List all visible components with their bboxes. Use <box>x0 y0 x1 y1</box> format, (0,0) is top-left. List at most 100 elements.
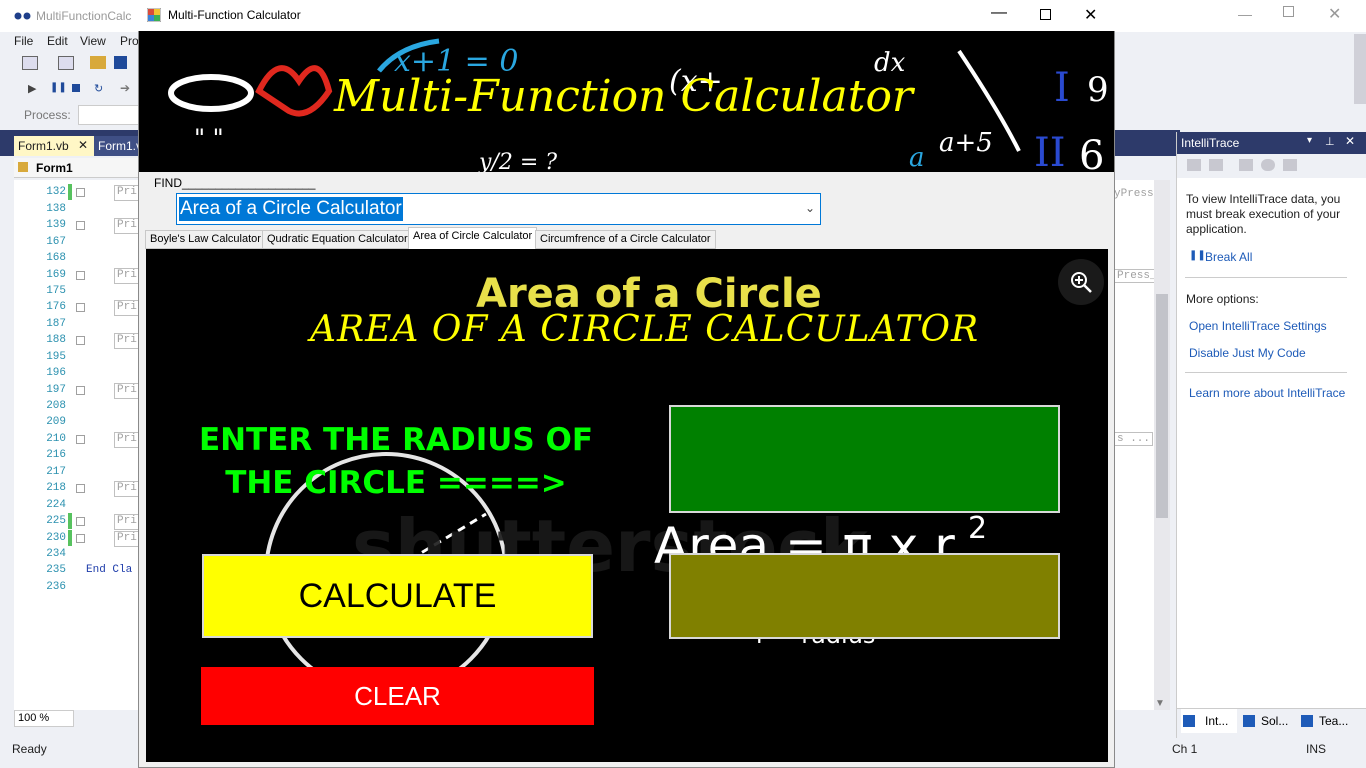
vs-minimize-icon[interactable]: — <box>1238 6 1252 22</box>
expand-toggle-icon[interactable] <box>76 336 85 345</box>
line-number: 218 <box>46 482 66 494</box>
line-number: 176 <box>46 301 66 313</box>
formula-exponent: 2 <box>968 511 988 546</box>
tab-label: Int... <box>1205 714 1229 728</box>
banner-title: Multi-Function Calculator <box>334 71 913 122</box>
line-number: 188 <box>46 334 66 346</box>
radius-prompt: ENTER THE RADIUS OF THE CIRCLE ====> <box>198 422 594 501</box>
menu-file[interactable]: File <box>14 34 33 48</box>
zoom-in-button[interactable] <box>1058 259 1104 305</box>
new-project-icon[interactable] <box>22 56 38 70</box>
scrollbar-thumb[interactable] <box>1156 294 1168 518</box>
restart-icon[interactable]: ↻ <box>94 82 103 95</box>
app-icon <box>147 8 161 22</box>
editor-scrollbar[interactable] <box>1154 180 1170 710</box>
collapsed-code-block[interactable]: Pri <box>114 531 140 547</box>
vs-maximize-icon[interactable] <box>1283 6 1294 17</box>
collapsed-code-block[interactable]: Pri <box>114 218 140 234</box>
class-dropdown[interactable]: Form1 <box>14 158 138 178</box>
save-icon[interactable] <box>114 56 127 69</box>
learn-more-link[interactable]: Learn more about IntelliTrace <box>1189 386 1345 400</box>
tab-quadratic-equation[interactable]: Qudratic Equation Calculator <box>262 230 413 249</box>
code-editor[interactable]: 132 Pri 138 139 Pri 167 168 169 Pri 175 176 Pri 187 1… <box>14 180 140 710</box>
collapsed-code-block[interactable]: Pri <box>114 300 140 316</box>
minimize-icon[interactable]: — <box>991 4 1007 22</box>
calculate-button[interactable]: CALCULATE <box>202 554 593 638</box>
tab-form1-designer[interactable]: Form1.v <box>94 136 142 156</box>
vs-menu-bar: File Edit View Pro <box>0 32 140 50</box>
pause-icon[interactable]: ❚❚ <box>50 82 67 93</box>
line-number: 132 <box>46 186 66 198</box>
chevron-down-icon[interactable]: ⌄ <box>805 201 815 215</box>
menu-view[interactable]: View <box>80 34 106 48</box>
expand-toggle-icon[interactable] <box>76 188 85 197</box>
close-icon[interactable]: ✕ <box>1084 5 1097 25</box>
menu-edit[interactable]: Edit <box>47 34 68 48</box>
menu-project[interactable]: Pro <box>120 34 139 48</box>
team-explorer-icon <box>1301 715 1313 727</box>
line-number: 168 <box>46 252 66 264</box>
open-folder-icon[interactable] <box>90 56 106 69</box>
dropdown-arrow-icon[interactable]: ▾ <box>1307 135 1312 146</box>
expand-toggle-icon[interactable] <box>76 271 85 280</box>
radius-input[interactable] <box>669 405 1060 513</box>
clear-button[interactable]: CLEAR <box>201 667 594 725</box>
maximize-icon[interactable] <box>1040 9 1051 20</box>
break-all-link[interactable]: Break All <box>1205 250 1252 264</box>
tab-form1-vb[interactable]: Form1.vb ✕ <box>14 136 94 156</box>
break-all-icon[interactable]: ❚❚ <box>1189 250 1206 261</box>
change-marker <box>68 513 72 529</box>
close-tab-icon[interactable]: ✕ <box>78 138 88 152</box>
collapsed-code-block[interactable]: Pri <box>114 333 140 349</box>
expand-toggle-icon[interactable] <box>76 435 85 444</box>
zoom-dropdown[interactable]: 100 % <box>14 710 74 727</box>
zoom-in-icon <box>1071 272 1092 293</box>
change-marker <box>68 530 72 546</box>
open-settings-link[interactable]: Open IntelliTrace Settings <box>1189 319 1327 333</box>
collapsed-code-block[interactable]: Pri <box>114 432 140 448</box>
line-number: 208 <box>46 400 66 412</box>
settings-icon[interactable] <box>1239 159 1253 171</box>
collapsed-code-block[interactable]: Pri <box>114 481 140 497</box>
banner-image: " " x+1 = 0 (x+ dx I 9 II 6 a y/2 = ? a+… <box>139 31 1114 172</box>
area-calculator-panel: shutterstock Area of a Circle AREA OF A … <box>146 249 1108 762</box>
events-icon[interactable] <box>1187 159 1201 171</box>
close-panel-icon[interactable]: ✕ <box>1345 134 1355 148</box>
expand-toggle-icon[interactable] <box>76 517 85 526</box>
expand-toggle-icon[interactable] <box>76 484 85 493</box>
more-options-label: More options: <box>1186 292 1259 306</box>
expand-toggle-icon[interactable] <box>76 221 85 230</box>
divider <box>1185 372 1347 373</box>
line-number: 230 <box>46 532 66 544</box>
tab-circumference[interactable]: Circumfrence of a Circle Calculator <box>535 230 716 249</box>
show-next-icon[interactable]: ➔ <box>120 81 130 95</box>
refresh-icon[interactable] <box>1261 159 1275 171</box>
vs-logo-icon <box>14 12 31 20</box>
svg-text:" ": " " <box>194 124 224 152</box>
stop-icon[interactable] <box>72 84 80 92</box>
line-number: 234 <box>46 548 66 560</box>
collapsed-code-block[interactable]: Pri <box>114 383 140 399</box>
disable-just-my-code-link[interactable]: Disable Just My Code <box>1189 346 1306 360</box>
calls-icon[interactable] <box>1209 159 1223 171</box>
line-number: 138 <box>46 203 66 215</box>
collapsed-code-block[interactable]: Pri <box>114 514 140 530</box>
tab-boyles-law[interactable]: Boyle's Law Calculator <box>145 230 266 249</box>
collapsed-code-block[interactable]: Pri <box>114 185 140 201</box>
line-number: 197 <box>46 384 66 396</box>
collapsed-code-block[interactable]: Pri <box>114 268 140 284</box>
tab-area-of-circle[interactable]: Area of Circle Calculator <box>408 227 538 249</box>
expand-toggle-icon[interactable] <box>76 534 85 543</box>
calculator-select[interactable]: Area of a Circle Calculator ⌄ <box>176 193 821 225</box>
line-number: 139 <box>46 219 66 231</box>
vs-close-icon[interactable]: ✕ <box>1328 4 1341 24</box>
expand-toggle-icon[interactable] <box>76 386 85 395</box>
continue-icon[interactable]: ▶ <box>28 82 36 95</box>
pin-icon[interactable]: ⊥ <box>1325 135 1335 148</box>
add-item-icon[interactable] <box>58 56 74 70</box>
process-dropdown[interactable] <box>78 105 140 125</box>
export-icon[interactable] <box>1283 159 1297 171</box>
panel-tabs: Int... Sol... Tea... <box>1177 708 1366 738</box>
scroll-down-icon[interactable]: ▼ <box>1155 698 1165 709</box>
expand-toggle-icon[interactable] <box>76 303 85 312</box>
